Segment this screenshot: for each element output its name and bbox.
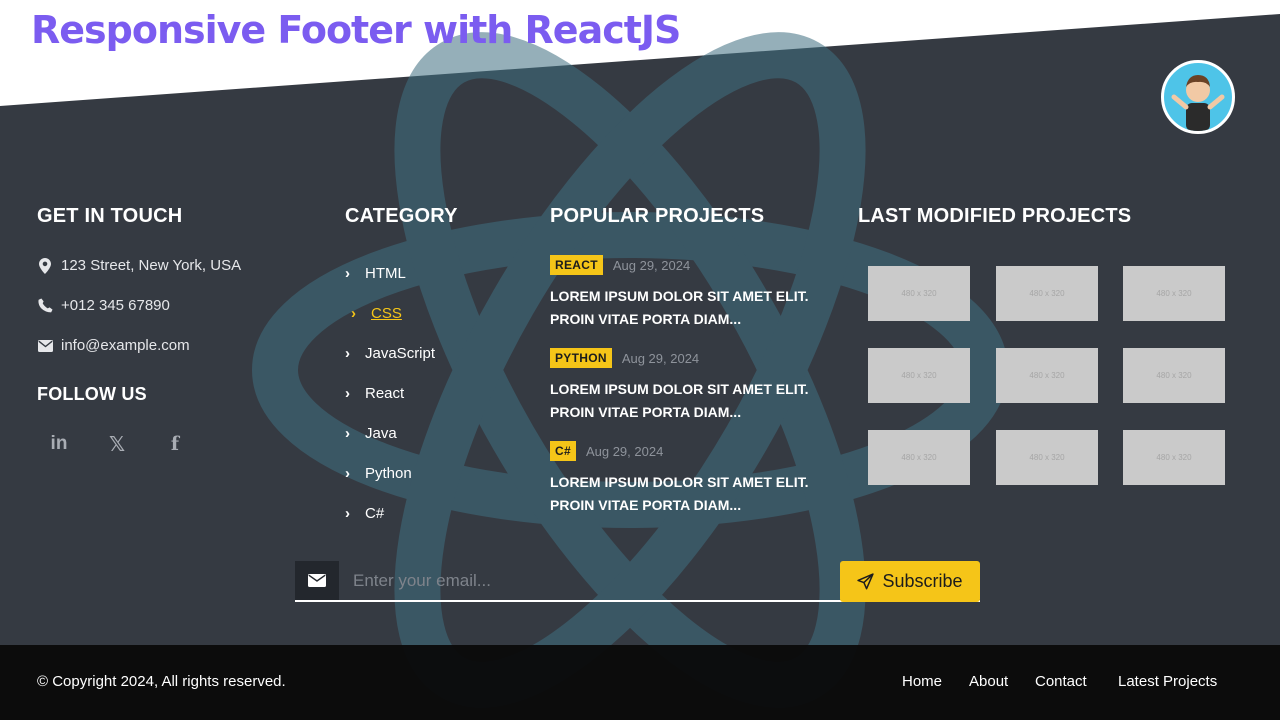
category-item-label: HTML (365, 265, 406, 282)
contact-address: 123 Street, New York, USA (37, 257, 241, 274)
category-item-label: Java (365, 425, 397, 442)
linkedin-icon[interactable]: in (45, 430, 73, 458)
category-item-html[interactable]: › HTML (345, 265, 406, 282)
category-item-label: CSS (371, 305, 402, 322)
envelope-icon (295, 561, 339, 600)
category-item-label: React (365, 385, 405, 402)
avatar (1161, 60, 1235, 134)
chevron-right-icon: › (345, 345, 350, 362)
contact-phone: +012 345 67890 (37, 297, 170, 314)
project-thumbnail[interactable]: 480 x 320 (1123, 430, 1225, 485)
newsletter-form: Subscribe (295, 561, 980, 602)
project-title-line: PROIN VITAE PORTA DIAM... (550, 497, 742, 513)
project-meta: C# Aug 29, 2024 (550, 441, 663, 461)
project-thumbnail[interactable]: 480 x 320 (868, 266, 970, 321)
project-tag[interactable]: REACT (550, 255, 603, 275)
category-item-label: Python (365, 465, 412, 482)
paper-plane-icon (857, 573, 875, 590)
project-thumbnail[interactable]: 480 x 320 (996, 430, 1098, 485)
phone-icon (37, 298, 53, 313)
category-item-java[interactable]: › Java (345, 425, 397, 442)
banner-title: Responsive Footer with ReactJS (31, 8, 681, 52)
footer-link-contact[interactable]: Contact (1035, 673, 1087, 690)
chevron-right-icon: › (351, 305, 356, 322)
project-meta: REACT Aug 29, 2024 (550, 255, 690, 275)
project-thumbnail[interactable]: 480 x 320 (1123, 266, 1225, 321)
project-title-line: LOREM IPSUM DOLOR SIT AMET ELIT. (550, 288, 809, 304)
project-title-line: LOREM IPSUM DOLOR SIT AMET ELIT. (550, 474, 809, 490)
contact-heading: GET IN TOUCH (37, 205, 183, 227)
project-date: Aug 29, 2024 (612, 257, 691, 273)
subscribe-button[interactable]: Subscribe (840, 561, 980, 602)
chevron-right-icon: › (345, 425, 350, 442)
last-modified-heading: LAST MODIFIED PROJECTS (858, 205, 1132, 227)
project-thumbnail[interactable]: 480 x 320 (996, 348, 1098, 403)
facebook-icon[interactable]: f (161, 430, 189, 458)
category-item-react[interactable]: › React (345, 385, 404, 402)
category-item-css[interactable]: › CSS (351, 305, 402, 322)
project-title-line: PROIN VITAE PORTA DIAM... (550, 404, 742, 420)
project-title-link[interactable]: LOREM IPSUM DOLOR SIT AMET ELIT. PROIN V… (550, 378, 830, 424)
project-tag[interactable]: PYTHON (550, 348, 612, 368)
envelope-icon (37, 339, 53, 352)
footer-link-latest-projects[interactable]: Latest Projects (1118, 673, 1217, 690)
subscribe-label: Subscribe (882, 571, 963, 591)
project-thumbnail[interactable]: 480 x 320 (996, 266, 1098, 321)
project-title-link[interactable]: LOREM IPSUM DOLOR SIT AMET ELIT. PROIN V… (550, 471, 830, 517)
category-heading: CATEGORY (345, 205, 458, 227)
contact-email: info@example.com (37, 337, 190, 354)
address-text: 123 Street, New York, USA (61, 257, 242, 274)
project-meta: PYTHON Aug 29, 2024 (550, 348, 699, 368)
copyright-text: © Copyright 2024, All rights reserved. (37, 673, 286, 690)
follow-heading: FOLLOW US (37, 384, 147, 404)
category-item-javascript[interactable]: › JavaScript (345, 345, 435, 362)
footer-link-home[interactable]: Home (902, 673, 942, 690)
category-item-csharp[interactable]: › C# (345, 505, 384, 522)
project-tag[interactable]: C# (550, 441, 576, 461)
popular-heading: POPULAR PROJECTS (550, 205, 765, 227)
map-marker-icon (37, 257, 53, 274)
chevron-right-icon: › (345, 505, 350, 522)
category-item-label: C# (365, 505, 385, 522)
project-thumbnail[interactable]: 480 x 320 (1123, 348, 1225, 403)
project-title-line: LOREM IPSUM DOLOR SIT AMET ELIT. (550, 381, 809, 397)
email-input[interactable] (339, 561, 840, 600)
project-date: Aug 29, 2024 (585, 443, 664, 459)
footer-link-about[interactable]: About (969, 673, 1008, 690)
phone-text: +012 345 67890 (61, 297, 170, 314)
category-item-python[interactable]: › Python (345, 465, 412, 482)
project-thumbnail[interactable]: 480 x 320 (868, 348, 970, 403)
chevron-right-icon: › (345, 465, 350, 482)
chevron-right-icon: › (345, 385, 350, 402)
category-item-label: JavaScript (365, 345, 436, 362)
x-twitter-icon[interactable]: 𝕏 (103, 430, 131, 458)
chevron-right-icon: › (345, 265, 350, 282)
project-thumbnail[interactable]: 480 x 320 (868, 430, 970, 485)
project-title-link[interactable]: LOREM IPSUM DOLOR SIT AMET ELIT. PROIN V… (550, 285, 830, 331)
email-text: info@example.com (61, 337, 190, 354)
project-date: Aug 29, 2024 (621, 350, 700, 366)
project-title-line: PROIN VITAE PORTA DIAM... (550, 311, 742, 327)
